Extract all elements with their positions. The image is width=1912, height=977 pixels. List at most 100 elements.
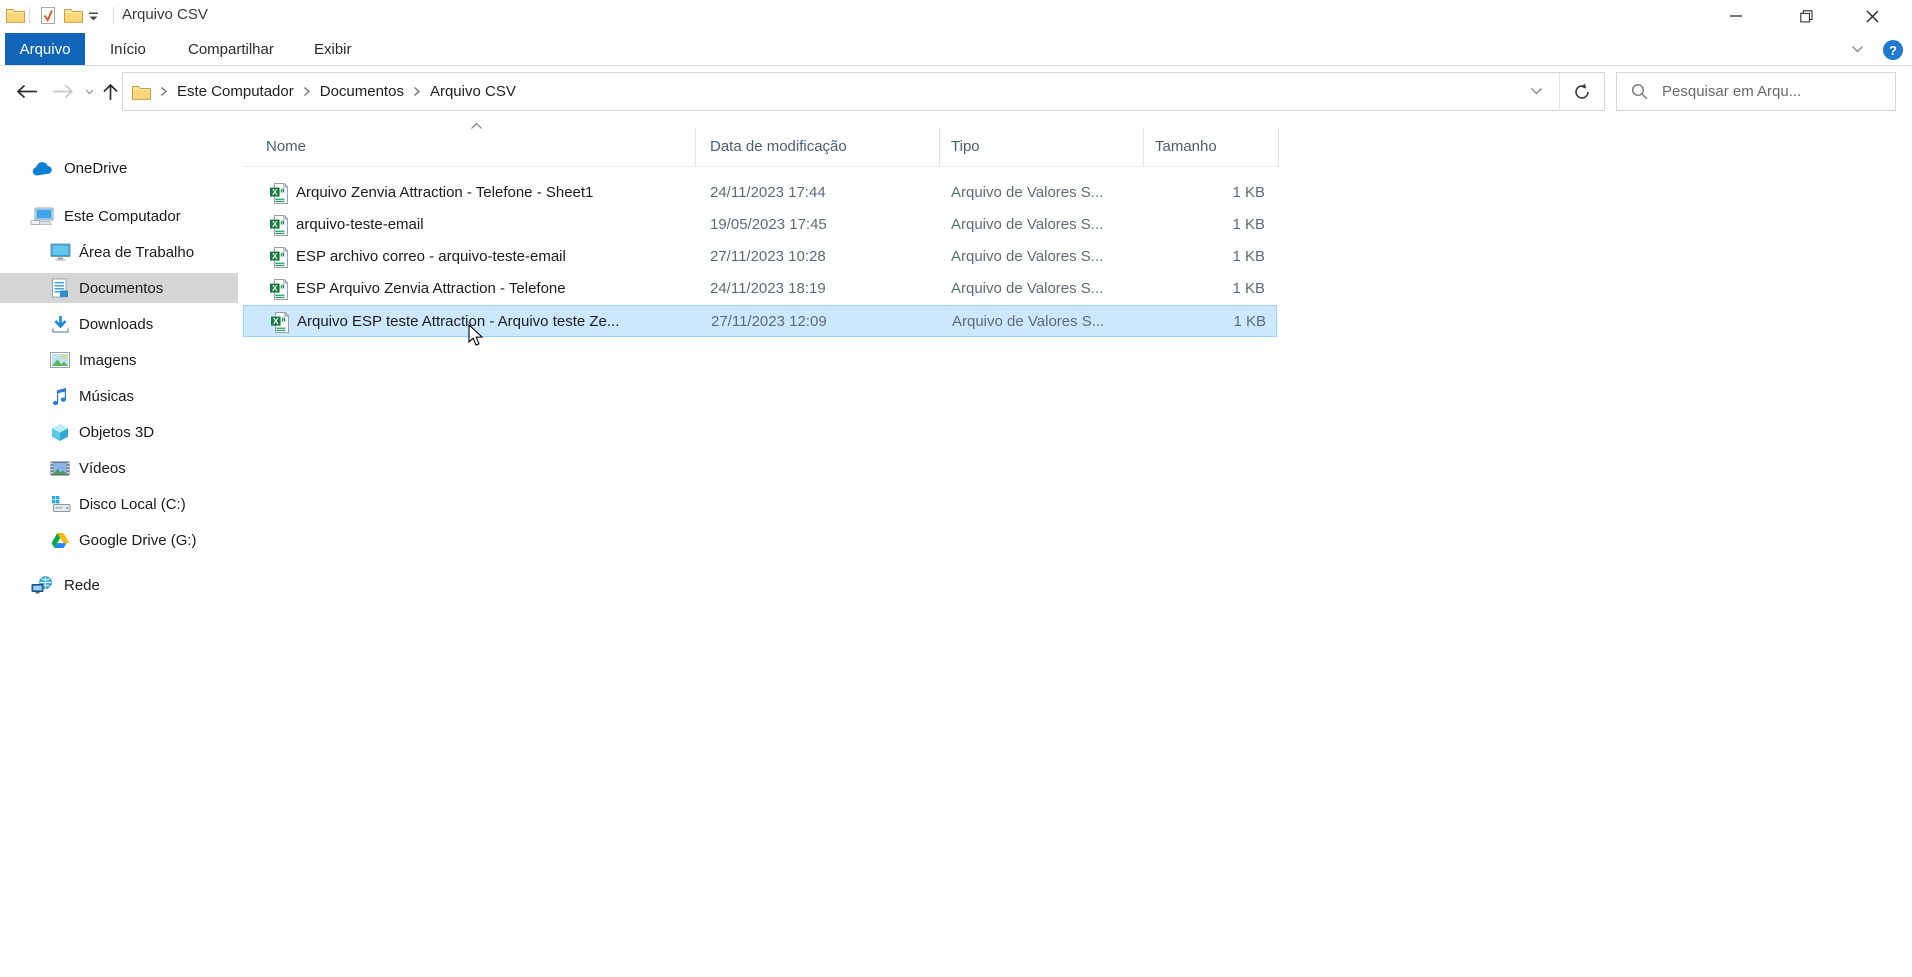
ribbon-tab-compartilhar[interactable]: Compartilhar — [174, 33, 288, 65]
breadcrumb: Este Computador Documentos Arquivo CSV — [173, 83, 520, 100]
file-type: Arquivo de Valores S... — [951, 216, 1104, 233]
sidebar-item-m-sicas[interactable]: Músicas — [0, 381, 240, 411]
qat-dropdown-icon[interactable] — [88, 11, 99, 22]
column-header-tipo[interactable]: Tipo — [951, 138, 980, 162]
qat-checkmark-icon[interactable] — [40, 6, 56, 25]
svg-text:X: X — [272, 251, 278, 261]
minimize-button[interactable] — [1707, 0, 1765, 32]
file-modified-date: 19/05/2023 17:45 — [710, 216, 827, 233]
forward-button[interactable] — [46, 66, 80, 117]
svg-text:X: X — [272, 283, 278, 293]
folder-icon[interactable] — [64, 7, 83, 23]
column-header-nome[interactable]: Nome — [266, 138, 306, 162]
csv-file-icon: Xa — [270, 279, 288, 300]
sidebar-item-onedrive[interactable]: OneDrive — [0, 153, 240, 183]
sidebar-item-rea-de-trabalho[interactable]: Área de Trabalho — [0, 237, 240, 267]
search-icon — [1631, 83, 1648, 100]
file-size: 1 KB — [1232, 248, 1265, 265]
file-row[interactable]: Xa ESP Arquivo Zenvia Attraction - Telefo… — [243, 273, 1277, 305]
network-icon — [30, 575, 54, 595]
file-type: Arquivo de Valores S... — [952, 313, 1105, 330]
column-separator[interactable] — [1143, 128, 1144, 166]
column-header-tamanho[interactable]: Tamanho — [1155, 138, 1217, 162]
file-size: 1 KB — [1233, 313, 1266, 330]
breadcrumb-chevron-icon — [155, 86, 173, 97]
sidebar-item-rede[interactable]: Rede — [0, 570, 240, 600]
sidebar-item-label: OneDrive — [64, 159, 128, 177]
documents-icon — [48, 278, 72, 298]
file-name: Arquivo Zenvia Attraction - Telefone - S… — [296, 184, 594, 201]
recent-locations-chevron-icon[interactable] — [80, 66, 98, 117]
header-underline — [243, 166, 1280, 167]
ribbon-tab-arquivo[interactable]: Arquivo — [5, 33, 85, 65]
refresh-icon[interactable] — [1573, 83, 1591, 101]
file-name: ESP Arquivo Zenvia Attraction - Telefone — [296, 280, 566, 297]
close-button[interactable] — [1843, 0, 1901, 32]
sidebar-item-label: Área de Trabalho — [79, 243, 195, 261]
breadcrumb-chevron-icon[interactable] — [298, 86, 316, 97]
ribbon-tab-exibir[interactable]: Exibir — [300, 33, 366, 65]
address-bar[interactable]: Este Computador Documentos Arquivo CSV — [122, 72, 1605, 111]
up-button[interactable] — [98, 66, 122, 117]
ribbon-tab-strip: Arquivo Início Compartilhar Exibir ? — [0, 33, 1912, 66]
title-bar: Arquivo CSV — [0, 0, 1912, 33]
breadcrumb-item[interactable]: Este Computador — [173, 83, 298, 100]
sidebar-item-label: Documentos — [79, 279, 164, 297]
file-type: Arquivo de Valores S... — [951, 248, 1104, 265]
search-input[interactable] — [1660, 82, 1895, 101]
sidebar-item-label: Disco Local (C:) — [79, 495, 186, 513]
column-separator[interactable] — [1278, 128, 1279, 166]
file-name: ESP archivo correo - arquivo-teste-email — [296, 248, 566, 265]
sidebar-item-downloads[interactable]: Downloads — [0, 309, 240, 339]
column-separator[interactable] — [695, 128, 696, 166]
file-size: 1 KB — [1232, 280, 1265, 297]
sidebar-item-disco-local-c[interactable]: Disco Local (C:) — [0, 489, 240, 519]
svg-text:X: X — [273, 316, 279, 326]
sidebar-item-google-drive-g[interactable]: Google Drive (G:) — [0, 525, 240, 555]
sidebar-item-label: Músicas — [79, 387, 135, 405]
sidebar-item-label: Google Drive (G:) — [79, 531, 197, 549]
restore-button[interactable] — [1777, 0, 1835, 32]
address-dropdown-chevron-icon[interactable] — [1530, 87, 1543, 96]
ribbon-tab-início[interactable]: Início — [96, 33, 160, 65]
folder-icon[interactable] — [6, 7, 25, 23]
sidebar-item-este-computador[interactable]: Este Computador — [0, 201, 240, 231]
csv-file-icon: Xa — [270, 183, 288, 204]
help-icon[interactable]: ? — [1883, 40, 1903, 60]
back-button[interactable] — [10, 66, 44, 117]
sidebar-item-imagens[interactable]: Imagens — [0, 345, 240, 375]
folder-icon — [132, 84, 151, 100]
objects3d-icon — [48, 422, 72, 442]
csv-file-icon: Xa — [271, 312, 289, 333]
local-disk-icon — [48, 494, 72, 514]
search-box[interactable] — [1616, 72, 1896, 111]
file-size: 1 KB — [1232, 184, 1265, 201]
breadcrumb-item[interactable]: Documentos — [316, 83, 408, 100]
file-list-pane: Nome Data de modificação Tipo Tamanho Xa… — [238, 117, 1912, 977]
file-row[interactable]: Xa Arquivo ESP teste Attraction - Arquivo… — [243, 305, 1277, 337]
sidebar-item-documentos[interactable]: Documentos — [0, 273, 240, 303]
file-row[interactable]: Xa arquivo-teste-email 19/05/2023 17:45 Arq… — [243, 209, 1277, 241]
desktop-icon — [48, 242, 72, 262]
sidebar-item-label: Downloads — [79, 315, 154, 333]
onedrive-icon — [30, 158, 54, 178]
chevron-down-icon[interactable] — [1851, 45, 1864, 54]
breadcrumb-chevron-icon[interactable] — [408, 86, 426, 97]
sidebar-item-objetos-3d[interactable]: Objetos 3D — [0, 417, 240, 447]
sidebar-item-label: Este Computador — [64, 207, 181, 225]
csv-file-icon: Xa — [270, 215, 288, 236]
sort-ascending-icon[interactable] — [470, 122, 483, 130]
file-type: Arquivo de Valores S... — [951, 280, 1104, 297]
breadcrumb-item[interactable]: Arquivo CSV — [426, 83, 520, 100]
sidebar-item-v-deos[interactable]: Vídeos — [0, 453, 240, 483]
file-row[interactable]: Xa ESP archivo correo - arquivo-teste-ema… — [243, 241, 1277, 273]
downloads-icon — [48, 314, 72, 334]
file-row[interactable]: Xa Arquivo Zenvia Attraction - Telefone -… — [243, 177, 1277, 209]
sidebar-item-label: Vídeos — [79, 459, 126, 477]
navigation-toolbar: Este Computador Documentos Arquivo CSV — [0, 66, 1912, 118]
sidebar-item-label: Rede — [64, 576, 100, 594]
column-header-data[interactable]: Data de modificação — [710, 138, 847, 162]
file-size: 1 KB — [1232, 216, 1265, 233]
file-modified-date: 27/11/2023 12:09 — [711, 313, 827, 330]
column-separator[interactable] — [939, 128, 940, 166]
